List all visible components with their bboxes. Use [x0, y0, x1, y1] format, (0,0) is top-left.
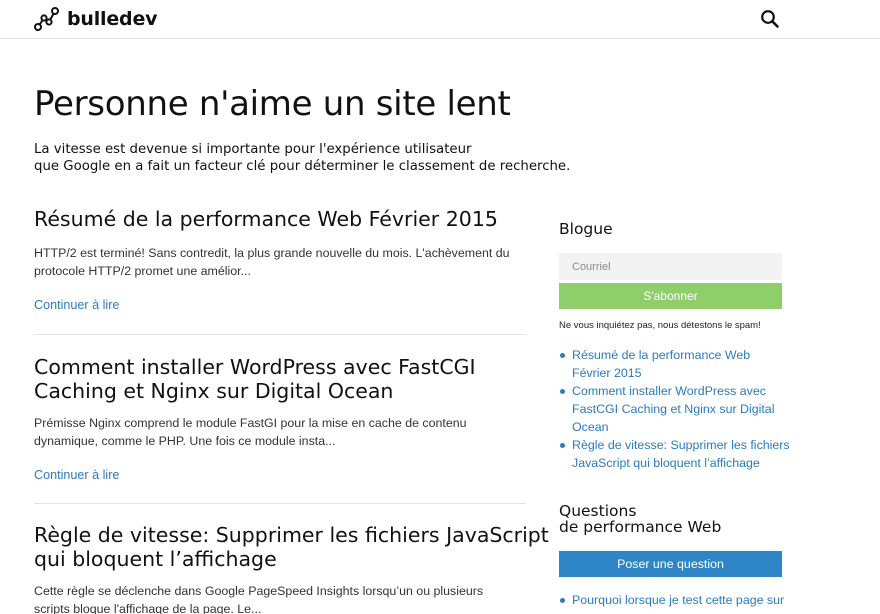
- excerpt-line: Prémisse Nginx comprend le module FastGI…: [34, 416, 467, 430]
- post-title-line[interactable]: qui bloquent l’affichage: [34, 547, 526, 571]
- continue-reading-link[interactable]: Continuer à lire: [34, 298, 119, 312]
- excerpt-line: protocole HTTP/2 promet une amélior...: [34, 264, 251, 278]
- subtitle-line: que Google en a fait un facteur clé pour…: [34, 159, 571, 174]
- no-spam-note: Ne vous inquiétez pas, nous détestons le…: [559, 320, 761, 331]
- email-field[interactable]: [559, 253, 782, 280]
- link-line[interactable]: JavaScript qui bloquent l’affichage: [572, 454, 782, 472]
- top-navigation-bar: bulledev: [0, 0, 880, 39]
- post-title-link[interactable]: Comment installer WordPress avec FastCGI…: [34, 355, 526, 403]
- sidebar-blog-link[interactable]: Résumé de la performance Web Février 201…: [559, 346, 782, 382]
- heading-line: Questions: [559, 502, 637, 520]
- sidebar-question-link[interactable]: Pourquoi lorsque je test cette page sur: [559, 591, 784, 609]
- graph-nodes-icon[interactable]: [34, 6, 60, 32]
- post-item: Comment installer WordPress avec FastCGI…: [34, 355, 526, 483]
- post-divider: [34, 334, 526, 335]
- post-item: Règle de vitesse: Supprimer les fichiers…: [34, 523, 549, 614]
- sidebar-questions-heading: Questions de performance Web: [559, 503, 782, 535]
- post-title-line[interactable]: Règle de vitesse: Supprimer les fichiers…: [34, 523, 549, 547]
- link-line[interactable]: Pourquoi lorsque je test cette page sur: [572, 591, 784, 609]
- post-excerpt: Prémisse Nginx comprend le module FastGI…: [34, 414, 526, 450]
- page-title: Personne n'aime un site lent: [34, 84, 511, 124]
- post-title-link[interactable]: Règle de vitesse: Supprimer les fichiers…: [34, 523, 549, 571]
- ask-question-button[interactable]: Poser une question: [559, 551, 782, 577]
- excerpt-line: dynamique, comme le PHP. Une fois ce mod…: [34, 434, 336, 448]
- excerpt-line: scripts bloque l'affichage de la page. L…: [34, 602, 262, 614]
- continue-reading-link[interactable]: Continuer à lire: [34, 468, 119, 482]
- link-line[interactable]: Février 2015: [572, 364, 782, 382]
- post-excerpt: Cette règle se déclenche dans Google Pag…: [34, 582, 526, 614]
- link-line[interactable]: Résumé de la performance Web: [572, 346, 782, 364]
- post-excerpt: HTTP/2 est terminé! Sans contredit, la p…: [34, 244, 526, 280]
- post-divider: [34, 503, 526, 504]
- sidebar-blog-link[interactable]: Comment installer WordPress avec FastCGI…: [559, 382, 782, 436]
- sidebar-questions-list: Pourquoi lorsque je test cette page sur: [559, 591, 784, 609]
- link-line[interactable]: Comment installer WordPress avec: [572, 382, 782, 400]
- link-line[interactable]: FastCGI Caching et Nginx sur Digital: [572, 400, 782, 418]
- post-item: Résumé de la performance Web Février 201…: [34, 207, 526, 313]
- heading-text: Blogue: [559, 220, 613, 238]
- post-title-link[interactable]: Résumé de la performance Web Février 201…: [34, 207, 526, 231]
- sidebar-blog-heading: Blogue: [559, 221, 782, 237]
- link-line[interactable]: Règle de vitesse: Supprimer les fichiers: [572, 436, 790, 454]
- excerpt-line: Cette règle se déclenche dans Google Pag…: [34, 584, 484, 598]
- subscribe-button[interactable]: S'abonner: [559, 283, 782, 309]
- heading-line: de performance Web: [559, 518, 722, 536]
- sidebar-blog-list: Résumé de la performance Web Février 201…: [559, 346, 790, 472]
- site-brand-link[interactable]: bulledev: [67, 8, 158, 30]
- search-icon[interactable]: [760, 9, 780, 29]
- post-title-line[interactable]: Résumé de la performance Web Février 201…: [34, 207, 526, 231]
- sidebar-blog-link[interactable]: Règle de vitesse: Supprimer les fichiers…: [559, 436, 790, 472]
- post-title-line[interactable]: Caching et Nginx sur Digital Ocean: [34, 379, 526, 403]
- subtitle-line: La vitesse est devenue si importante pou…: [34, 142, 472, 157]
- link-line[interactable]: Ocean: [572, 418, 782, 436]
- page-subtitle: La vitesse est devenue si importante pou…: [34, 141, 570, 175]
- excerpt-line: HTTP/2 est terminé! Sans contredit, la p…: [34, 246, 510, 260]
- post-title-line[interactable]: Comment installer WordPress avec FastCGI: [34, 355, 526, 379]
